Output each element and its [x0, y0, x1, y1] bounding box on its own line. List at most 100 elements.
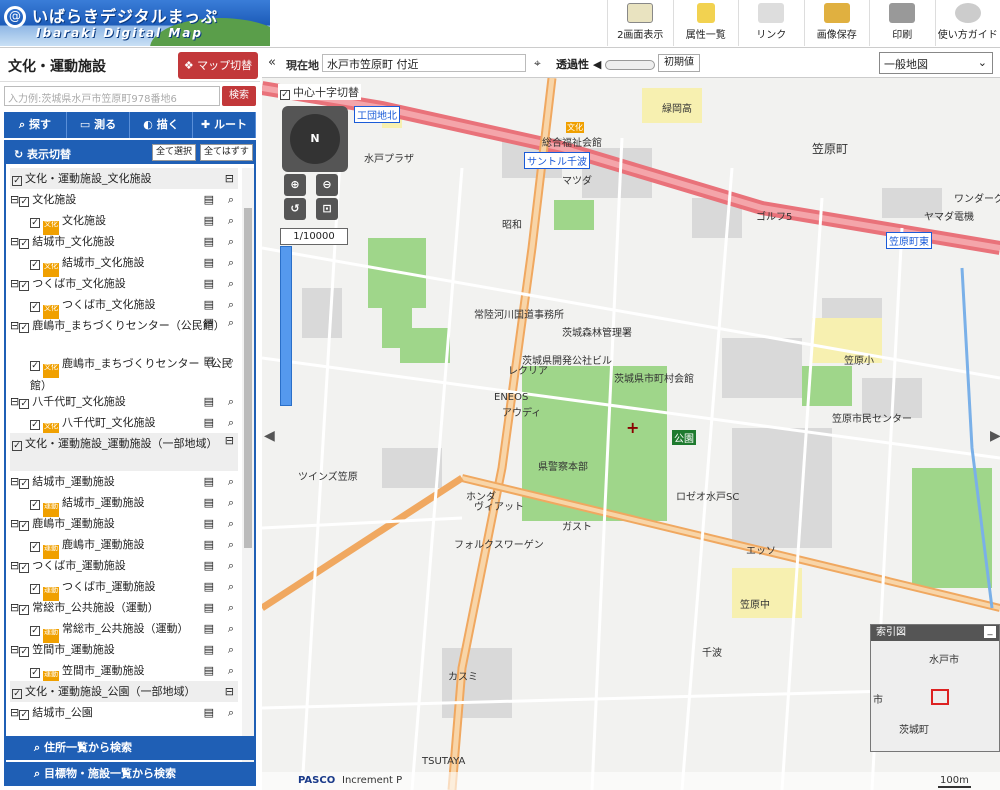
scroll-thumb[interactable]: [244, 208, 252, 548]
collapse-panel-icon[interactable]: «: [268, 55, 276, 70]
layer-group[interactable]: ✓ 文化・運動施設_公園（一部地域） ⊟: [10, 681, 238, 702]
document-icon[interactable]: ▤: [204, 618, 214, 639]
layer-checkbox[interactable]: ✓: [30, 361, 40, 371]
zoom-icon[interactable]: ⌕: [228, 231, 234, 252]
document-icon[interactable]: ▤: [204, 492, 214, 513]
zoom-slider[interactable]: [280, 246, 292, 406]
layer-parent[interactable]: ⊟✓ 常総市_公共施設（運動） ▤ ⌕: [10, 597, 238, 618]
attribute-list-button[interactable]: 属性一覧: [672, 0, 739, 46]
layer-checkbox[interactable]: ✓: [19, 647, 30, 657]
zoom-icon[interactable]: ⌕: [228, 660, 234, 681]
zoom-icon[interactable]: ⌕: [228, 513, 234, 534]
overview-map[interactable]: 索引図 _ 水戸市 茨城町 市: [870, 624, 1000, 752]
search-button[interactable]: 検索: [222, 86, 256, 106]
culture-badge[interactable]: 文化: [566, 122, 584, 133]
document-icon[interactable]: ▤: [204, 702, 214, 723]
layer-checkbox[interactable]: ✓: [30, 542, 40, 552]
layer-checkbox[interactable]: ✓: [30, 218, 40, 228]
zoom-icon[interactable]: ⌕: [228, 471, 234, 492]
collapse-icon[interactable]: ⊟: [225, 168, 234, 189]
zoom-icon[interactable]: ⌕: [228, 555, 234, 576]
pan-right-icon[interactable]: ▶: [990, 428, 1000, 444]
layer-checkbox[interactable]: ✓: [19, 197, 30, 207]
layer-checkbox[interactable]: ✓: [19, 281, 30, 291]
map-switch-button[interactable]: ❖ マップ切替: [178, 52, 258, 79]
layer-item[interactable]: ✓ 運動 鹿嶋市_運動施設 ▤ ⌕: [10, 534, 238, 559]
document-icon[interactable]: ▤: [204, 555, 214, 576]
layer-checkbox[interactable]: ✓: [30, 302, 40, 312]
layer-checkbox[interactable]: ✓: [19, 605, 30, 615]
layer-item[interactable]: ✓ 文化 文化施設 ▤ ⌕: [10, 210, 238, 235]
rotate-reset-button[interactable]: ↺: [284, 198, 306, 220]
layer-group[interactable]: ✓ 文化・運動施設_文化施設 ⊟: [10, 168, 238, 189]
collapse-icon[interactable]: ⊟: [225, 681, 234, 702]
crosshair-toggle[interactable]: ✓ 中心十字切替: [278, 84, 361, 100]
document-icon[interactable]: ▤: [204, 353, 214, 369]
zoom-icon[interactable]: ⌕: [228, 353, 234, 369]
zoom-area-button[interactable]: ⊡: [316, 198, 338, 220]
layer-parent[interactable]: ⊟✓ つくば市_文化施設 ▤ ⌕: [10, 273, 238, 294]
layer-checkbox[interactable]: ✓: [30, 420, 40, 430]
zoom-icon[interactable]: ⌕: [228, 412, 234, 433]
layer-parent[interactable]: ⊟✓ 鹿嶋市_運動施設 ▤ ⌕: [10, 513, 238, 534]
zoom-icon[interactable]: ⌕: [228, 534, 234, 555]
layer-item[interactable]: ✓ 文化 つくば市_文化施設 ▤ ⌕: [10, 294, 238, 319]
pan-control[interactable]: N: [282, 106, 348, 172]
zoom-icon[interactable]: ⌕: [228, 391, 234, 412]
layer-parent[interactable]: ⊟✓ 結城市_運動施設 ▤ ⌕: [10, 471, 238, 492]
layer-parent[interactable]: ⊟✓ 結城市_文化施設 ▤ ⌕: [10, 231, 238, 252]
document-icon[interactable]: ▤: [204, 513, 214, 534]
opacity-slider[interactable]: [605, 60, 656, 70]
layer-checkbox[interactable]: ✓: [19, 323, 30, 333]
layer-item[interactable]: ✓ 文化 鹿嶋市_まちづくりセンター（公民館） ▤ ⌕: [10, 353, 238, 392]
document-icon[interactable]: ▤: [204, 660, 214, 681]
print-button[interactable]: 印刷: [869, 0, 935, 46]
pan-left-icon[interactable]: ◀: [264, 428, 275, 444]
layer-parent[interactable]: ⊟✓ 結城市_公園 ▤ ⌕: [10, 702, 238, 723]
checkbox[interactable]: ✓: [280, 90, 290, 100]
layer-item[interactable]: ✓ 運動 常総市_公共施設（運動） ▤ ⌕: [10, 618, 238, 643]
save-image-button[interactable]: 画像保存: [803, 0, 870, 46]
center-target-icon[interactable]: ⌖: [534, 56, 541, 71]
map-view[interactable]: 緑岡高 笠原町 水戸プラザ サントル千波 マツダ ガスト ワンダーグー ヤマダ電…: [262, 48, 1000, 790]
select-all-button[interactable]: 全て選択: [152, 144, 197, 161]
document-icon[interactable]: ▤: [204, 210, 214, 231]
zoom-icon[interactable]: ⌕: [228, 702, 234, 723]
zoom-icon[interactable]: ⌕: [228, 492, 234, 513]
layer-checkbox[interactable]: ✓: [19, 479, 30, 489]
layer-item[interactable]: ✓ 文化 八千代町_文化施設 ▤ ⌕: [10, 412, 238, 437]
document-icon[interactable]: ▤: [204, 597, 214, 618]
layer-checkbox[interactable]: ✓: [19, 563, 30, 573]
document-icon[interactable]: ▤: [204, 315, 214, 331]
zoom-icon[interactable]: ⌕: [228, 576, 234, 597]
minimize-icon[interactable]: _: [984, 626, 996, 638]
layer-checkbox[interactable]: ✓: [12, 441, 22, 451]
zoom-icon[interactable]: ⌕: [228, 618, 234, 639]
zoom-icon[interactable]: ⌕: [228, 210, 234, 231]
document-icon[interactable]: ▤: [204, 576, 214, 597]
document-icon[interactable]: ▤: [204, 189, 214, 210]
document-icon[interactable]: ▤: [204, 252, 214, 273]
viewport-marker[interactable]: [931, 689, 949, 705]
link-button[interactable]: リンク: [738, 0, 804, 46]
layer-item[interactable]: ✓ 運動 笠間市_運動施設 ▤ ⌕: [10, 660, 238, 685]
collapse-icon[interactable]: ⊟: [225, 433, 234, 449]
zoom-icon[interactable]: ⌕: [228, 273, 234, 294]
document-icon[interactable]: ▤: [204, 294, 214, 315]
zoom-icon[interactable]: ⌕: [228, 639, 234, 660]
usage-guide-button[interactable]: 使い方ガイド: [934, 0, 1000, 46]
layer-checkbox[interactable]: ✓: [19, 399, 30, 409]
layer-parent[interactable]: ⊟✓ 鹿嶋市_まちづくりセンター（公民館） ▤ ⌕: [10, 315, 238, 353]
layer-parent[interactable]: ⊟✓ つくば市_運動施設 ▤ ⌕: [10, 555, 238, 576]
deselect-all-button[interactable]: 全てはずす: [200, 144, 253, 161]
layer-parent[interactable]: ⊟✓ 八千代町_文化施設 ▤ ⌕: [10, 391, 238, 412]
layer-checkbox[interactable]: ✓: [30, 668, 40, 678]
address-search-input[interactable]: 入力例:茨城県水戸市笠原町978番地6: [4, 86, 220, 106]
document-icon[interactable]: ▤: [204, 534, 214, 555]
document-icon[interactable]: ▤: [204, 412, 214, 433]
zoom-in-button[interactable]: ⊕: [284, 174, 306, 196]
zoom-icon[interactable]: ⌕: [228, 189, 234, 210]
document-icon[interactable]: ▤: [204, 273, 214, 294]
zoom-icon[interactable]: ⌕: [228, 315, 234, 331]
document-icon[interactable]: ▤: [204, 471, 214, 492]
